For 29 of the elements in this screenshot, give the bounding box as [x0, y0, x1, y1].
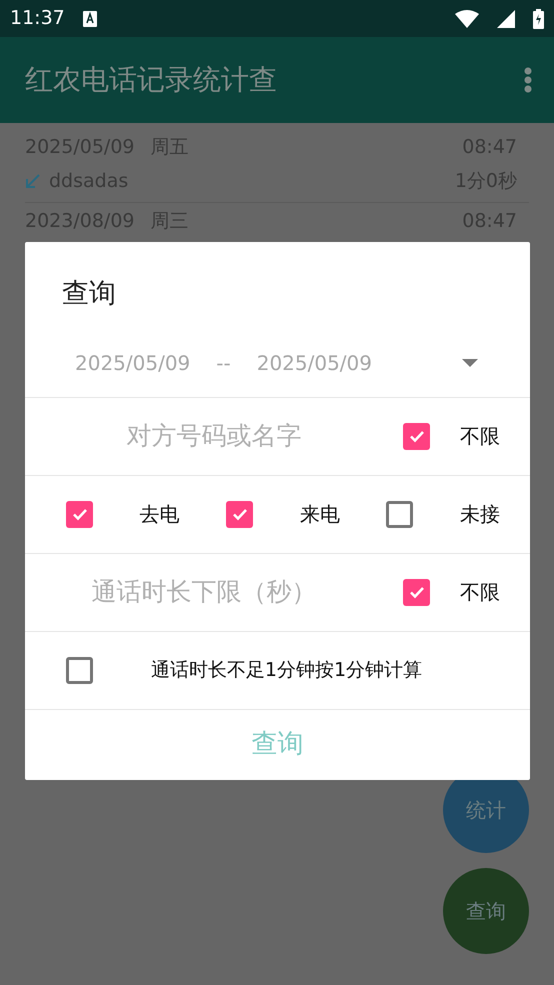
start-date[interactable]: 2025/05/09	[75, 348, 190, 378]
dropdown-arrow-icon[interactable]	[462, 358, 478, 366]
checkbox[interactable]	[403, 422, 430, 450]
status-time: 11:37	[10, 6, 65, 32]
checkbox[interactable]	[66, 656, 93, 684]
dialog-title: 查询	[62, 278, 116, 309]
checkbox-label: 不限	[460, 579, 500, 606]
checkbox[interactable]	[403, 578, 430, 606]
checkbox-label: 不限	[460, 423, 500, 450]
checkbox[interactable]	[386, 500, 414, 528]
end-date[interactable]: 2025/05/09	[256, 348, 462, 378]
checkbox-label: 通话时长不足1分钟按1分钟计算	[150, 658, 424, 683]
checkbox-label: 去电	[140, 501, 180, 528]
date-separator: --	[216, 350, 231, 376]
more-icon[interactable]	[524, 67, 532, 93]
wifi-icon	[455, 10, 479, 28]
checkbox-label: 来电	[300, 501, 340, 528]
floating-action-button[interactable]: 查询	[443, 868, 529, 954]
min-duration-field[interactable]: 通话时长下限（秒）	[25, 573, 403, 611]
app-title: 红农电话记录统计查	[25, 62, 278, 98]
incoming-call-icon	[25, 173, 41, 189]
checkbox[interactable]	[226, 500, 254, 528]
keyboard-icon	[82, 10, 97, 26]
battery-icon	[533, 8, 544, 28]
signal-icon	[497, 10, 515, 28]
query-button[interactable]: 查询	[242, 725, 314, 764]
checkbox-label: 未接	[460, 501, 500, 528]
contact-field[interactable]: 对方号码或名字	[25, 417, 403, 455]
checkbox[interactable]	[66, 500, 93, 528]
